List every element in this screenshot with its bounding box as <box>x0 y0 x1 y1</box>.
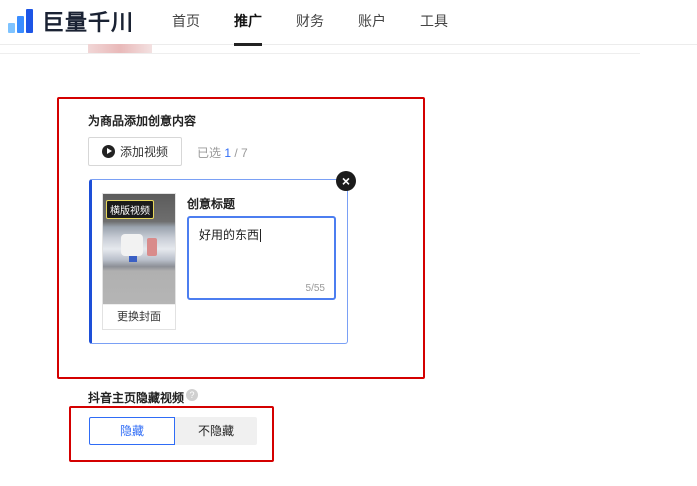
creative-title-input[interactable]: 好用的东西 5/55 <box>187 216 336 300</box>
selected-count-total: / 7 <box>234 146 248 160</box>
add-video-button[interactable]: 添加视频 <box>88 137 182 166</box>
landscape-video-badge: 横版视频 <box>106 200 154 219</box>
nav-item-finance[interactable]: 财务 <box>296 0 324 44</box>
selected-prefix: 已选 <box>197 146 222 160</box>
add-video-label: 添加视频 <box>119 145 168 159</box>
play-icon <box>101 145 115 158</box>
hide-video-label: 抖音主页隐藏视频 <box>88 391 185 405</box>
nav-item-tools[interactable]: 工具 <box>420 0 448 44</box>
nav-item-promotion[interactable]: 推广 <box>234 0 262 46</box>
selected-count-text: 已选 1 / 7 <box>197 144 248 161</box>
creative-title-value: 好用的东西 <box>199 228 262 243</box>
change-cover-button[interactable]: 更换封面 <box>103 304 175 330</box>
creative-section-title: 为商品添加创意内容 <box>88 114 197 128</box>
video-thumbnail: 横版视频 <box>103 194 175 304</box>
creative-title-label: 创意标题 <box>187 197 236 211</box>
section-divider <box>0 53 640 54</box>
selected-count-number: 1 <box>224 146 232 160</box>
brand-name: 巨量千川 <box>42 10 135 35</box>
char-counter: 5/55 <box>305 283 325 294</box>
no-hide-option-button[interactable]: 不隐藏 <box>175 417 257 445</box>
hide-option-button[interactable]: 隐藏 <box>89 417 175 445</box>
brand-logo-icon <box>6 7 38 35</box>
top-navigation-bar: 巨量千川 首页 推广 财务 账户 工具 <box>0 0 697 46</box>
brand-logo[interactable]: 巨量千川 <box>6 6 134 36</box>
help-icon[interactable]: ? <box>186 389 198 401</box>
main-nav: 首页 推广 财务 账户 工具 <box>172 0 482 46</box>
nav-item-home[interactable]: 首页 <box>172 0 200 44</box>
nav-item-account[interactable]: 账户 <box>358 0 386 44</box>
video-cover[interactable]: 横版视频 更换封面 <box>102 193 176 330</box>
close-icon[interactable]: × <box>336 171 356 191</box>
